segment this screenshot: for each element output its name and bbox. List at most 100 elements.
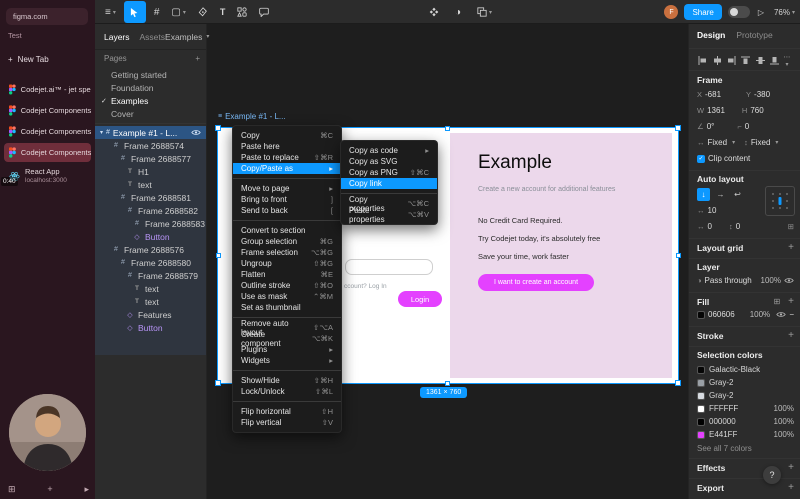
layer-row[interactable]: T H1 [95, 165, 206, 178]
menu-item[interactable]: Copy ⌘C [233, 130, 341, 141]
padding-h-field[interactable]: 0 [708, 222, 712, 231]
menu-item[interactable]: Move to page ▸ [233, 183, 341, 194]
menu-item[interactable]: Lock/Unlock ⇧⌘L [233, 386, 341, 397]
v-resize-dropdown[interactable]: Fixed [751, 138, 771, 147]
new-tab-button[interactable]: + New Tab [8, 55, 49, 64]
color-swatch[interactable] [697, 417, 705, 426]
tab-layers[interactable]: Layers [104, 32, 130, 42]
selection-color-row[interactable]: Galactic-Black [697, 365, 794, 374]
boolean-ops-button[interactable]: ▾ [473, 1, 496, 23]
menu-item[interactable]: Copy as PNG ⇧⌘C [341, 167, 437, 178]
layer-row[interactable]: # Frame 2688576 [95, 243, 206, 256]
menu-item[interactable]: Widgets ▸ [233, 355, 341, 366]
color-swatch[interactable] [697, 430, 705, 439]
fill-swatch[interactable] [697, 310, 705, 319]
move-tool[interactable] [123, 1, 146, 23]
selection-handle-nw[interactable] [215, 125, 221, 131]
item-spacing-field[interactable]: 10 [708, 206, 717, 215]
padding-options-icon[interactable]: ⊞ [788, 222, 794, 231]
menu-item[interactable]: Set as thumbnail [233, 302, 341, 313]
padding-v-field[interactable]: 0 [736, 222, 740, 231]
comment-tool[interactable] [255, 1, 273, 23]
add-stroke-button[interactable]: + [788, 330, 794, 341]
menu-item[interactable]: Copy as code ▸ [341, 145, 437, 156]
align-top-icon[interactable] [740, 56, 751, 66]
url-bar[interactable]: figma.com [6, 8, 88, 25]
layer-row[interactable]: # Frame 2688583 [95, 217, 206, 230]
menu-item[interactable]: Outline stroke ⇧⌘O [233, 280, 341, 291]
add-fill-button[interactable]: + [788, 296, 794, 307]
help-button[interactable]: ? [763, 466, 781, 484]
menu-item[interactable]: Paste here [233, 141, 341, 152]
menu-item-copy-paste-as[interactable]: Copy/Paste as ▸ [233, 163, 341, 174]
zoom-menu[interactable]: 76% ▾ [772, 1, 797, 23]
layer-row[interactable]: # Frame 2688581 [95, 191, 206, 204]
color-swatch[interactable] [697, 404, 705, 413]
eye-icon[interactable] [776, 311, 786, 318]
layer-row[interactable]: ◇ Features [95, 308, 206, 321]
selection-color-row[interactable]: 000000 100% [697, 417, 794, 426]
selection-color-row[interactable]: FFFFFF 100% [697, 404, 794, 413]
fill-styles-icon[interactable]: ⊞ [773, 297, 780, 306]
distribute-menu[interactable]: ⋯▾ [783, 53, 794, 68]
chevron-right-icon[interactable]: ▸ [84, 484, 89, 495]
menu-item[interactable]: Show/Hide ⇧⌘H [233, 375, 341, 386]
menu-item[interactable]: Bring to front] [233, 194, 341, 205]
menu-item[interactable]: Paste properties ⌥⌘V [341, 206, 437, 224]
auto-layout-horizontal-button[interactable]: → [714, 188, 727, 201]
text-tool[interactable]: T [216, 1, 230, 23]
shape-tool[interactable]: ▢ ▾ [167, 1, 189, 23]
remove-fill-button[interactable]: − [789, 310, 794, 319]
add-layout-grid-button[interactable]: + [788, 242, 794, 253]
align-center-h-icon[interactable] [711, 56, 722, 66]
color-swatch[interactable] [697, 365, 705, 374]
create-component-button[interactable] [425, 1, 443, 23]
login-button[interactable]: Login [398, 291, 442, 307]
corner-radius-field[interactable]: 0 [745, 122, 749, 131]
menu-item[interactable]: Paste to replace ⇧⌘R [233, 152, 341, 163]
blend-mode-dropdown[interactable]: Pass through [705, 276, 752, 285]
layer-row[interactable]: Ttext [95, 295, 206, 308]
auto-layout-wrap-button[interactable]: ↩ [731, 188, 744, 201]
page-dropdown[interactable]: Examples [165, 32, 202, 42]
pen-tool[interactable] [194, 1, 212, 23]
width-field[interactable]: 1361 [707, 106, 725, 115]
selection-color-row[interactable]: Gray-2 [697, 391, 794, 400]
menu-item[interactable]: Flatten ⌘E [233, 269, 341, 280]
tab-design[interactable]: Design [697, 30, 725, 40]
menu-item[interactable]: Ungroup ⇧⌘G [233, 258, 341, 269]
layer-row[interactable]: # Frame 2688579 [95, 269, 206, 282]
fill-opacity-field[interactable]: 100% [750, 310, 770, 319]
h-resize-dropdown[interactable]: Fixed [708, 138, 728, 147]
frame-tool[interactable]: # [150, 1, 164, 23]
tab-prototype[interactable]: Prototype [736, 30, 772, 40]
align-bottom-icon[interactable] [769, 56, 780, 66]
layer-row[interactable]: # Frame 2688582 [95, 204, 206, 217]
menu-item-copy-link[interactable]: Copy link [341, 178, 437, 189]
fill-hex-field[interactable]: 060606 [708, 310, 735, 319]
selection-handle-ne[interactable] [675, 125, 681, 131]
add-export-button[interactable]: + [788, 482, 794, 493]
eye-icon[interactable] [191, 129, 201, 136]
menu-item[interactable]: Flip horizontal ⇧H [233, 406, 341, 417]
browser-tab[interactable]: Codejet Components –... [4, 122, 91, 141]
menu-item[interactable]: Group selection ⌘G [233, 236, 341, 247]
selection-handle-se[interactable] [675, 380, 681, 386]
layer-row[interactable]: # Frame 2688577 [95, 152, 206, 165]
page-item[interactable]: Foundation [95, 81, 206, 94]
color-swatch[interactable] [697, 378, 705, 387]
page-item[interactable]: Getting started [95, 68, 206, 81]
canvas-frame-label[interactable]: ≡ Example #1 - L... [218, 112, 286, 121]
menu-item[interactable]: Use as mask ⌃⌘M [233, 291, 341, 302]
dev-mode-toggle[interactable] [727, 6, 750, 18]
layer-row[interactable]: ◇ Button [95, 321, 206, 334]
create-account-button[interactable]: I want to create an account [478, 274, 594, 291]
layer-row[interactable]: # Frame 2688574 [95, 139, 206, 152]
browser-tab[interactable]: Codejet.ai™ - jet speed... [4, 80, 91, 99]
eye-icon[interactable] [784, 277, 794, 284]
layer-opacity-field[interactable]: 100% [761, 276, 781, 285]
add-effect-button[interactable]: + [788, 462, 794, 473]
page-item[interactable]: Cover [95, 107, 206, 120]
selection-handle-n[interactable] [445, 126, 450, 131]
selection-color-row[interactable]: Gray-2 [697, 378, 794, 387]
